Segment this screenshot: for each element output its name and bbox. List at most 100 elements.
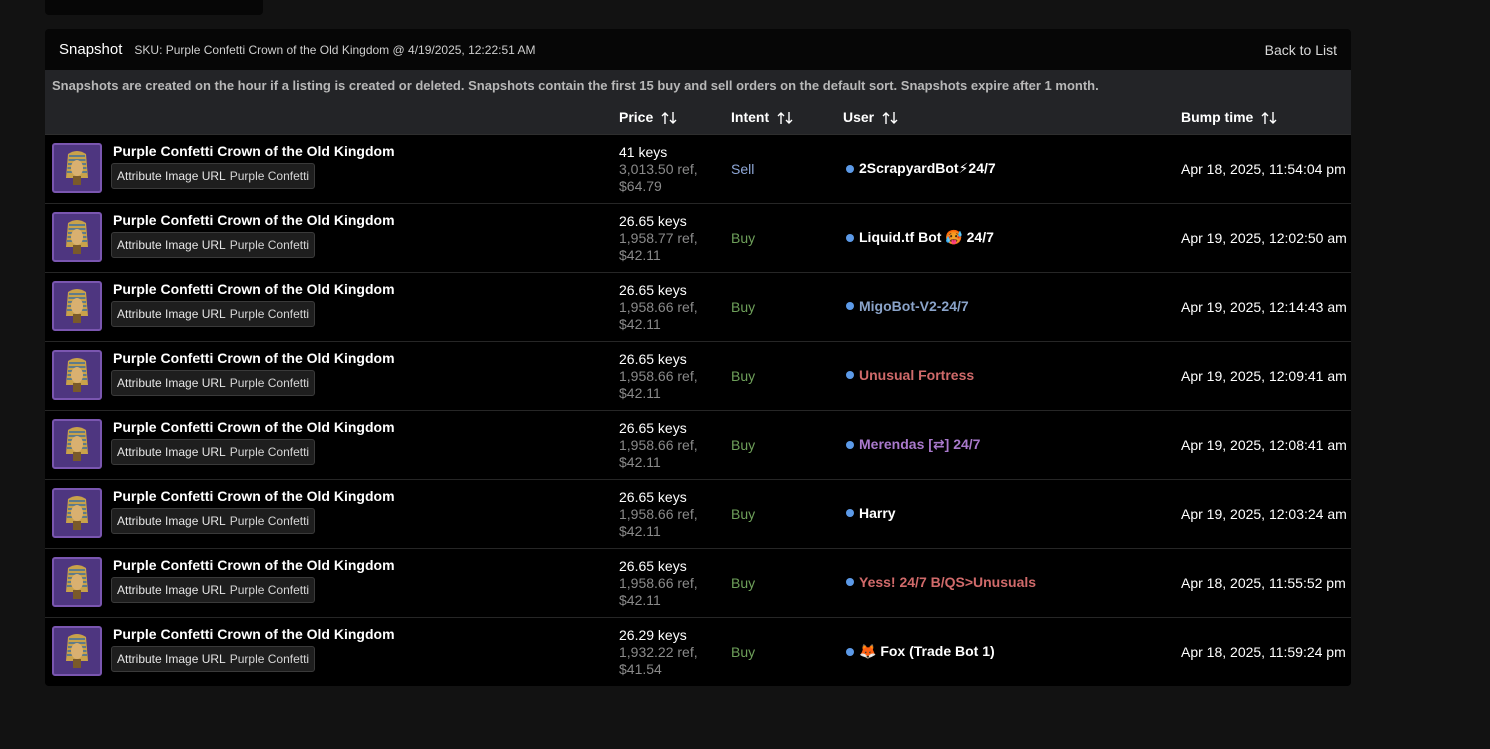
item-thumbnail[interactable] (52, 419, 102, 469)
item-name[interactable]: Purple Confetti Crown of the Old Kingdom (113, 350, 395, 366)
item-thumbnail[interactable] (52, 143, 102, 193)
price-column-header[interactable]: Price (619, 101, 677, 134)
user-name: Merendas [⇄] 24/7 (859, 436, 981, 452)
bump-header-label: Bump time (1181, 109, 1254, 125)
crown-item-icon (66, 358, 88, 392)
price-ref: 3,013.50 ref, (619, 161, 698, 177)
intent-label: Sell (731, 161, 755, 177)
price-usd: $42.11 (619, 454, 661, 470)
user-link[interactable]: 🦊 Fox (Trade Bot 1) (846, 643, 995, 660)
price-ref: 1,958.66 ref, (619, 299, 698, 315)
crown-item-icon (66, 565, 88, 599)
item-thumbnail[interactable] (52, 281, 102, 331)
bump-time: Apr 18, 2025, 11:54:04 pm (1181, 161, 1346, 177)
price-keys: 26.65 keys (619, 351, 687, 367)
attribute-image-url-badge[interactable]: Attribute Image URL Purple Confetti (111, 370, 316, 396)
attribute-image-url-badge[interactable]: Attribute Image URL Purple Confetti (111, 439, 316, 465)
intent-column-header[interactable]: Intent (731, 101, 793, 134)
user-link[interactable]: MigoBot-V2-24/7 (846, 298, 969, 314)
item-name[interactable]: Purple Confetti Crown of the Old Kingdom (113, 557, 395, 573)
bump-time: Apr 19, 2025, 12:02:50 am (1181, 230, 1347, 246)
intent-label: Buy (731, 299, 756, 315)
bump-time: Apr 19, 2025, 12:14:43 am (1181, 299, 1347, 315)
user-link[interactable]: Harry (846, 505, 896, 521)
item-name[interactable]: Purple Confetti Crown of the Old Kingdom (113, 143, 395, 159)
price-cell: 26.29 keys 1,932.22 ref, $41.54 (619, 627, 698, 678)
crown-item-icon (66, 427, 88, 461)
user-link[interactable]: Merendas [⇄] 24/7 (846, 436, 980, 453)
table-row[interactable]: Purple Confetti Crown of the Old Kingdom… (45, 204, 1351, 273)
table-row[interactable]: Purple Confetti Crown of the Old Kingdom… (45, 618, 1351, 686)
table-row[interactable]: Purple Confetti Crown of the Old Kingdom… (45, 549, 1351, 618)
user-link[interactable]: Unusual Fortress (846, 367, 974, 383)
item-thumbnail[interactable] (52, 488, 102, 538)
attribute-label: Attribute Image URL (117, 445, 226, 459)
item-name[interactable]: Purple Confetti Crown of the Old Kingdom (113, 626, 395, 642)
price-cell: 26.65 keys 1,958.66 ref, $42.11 (619, 282, 698, 333)
online-status-icon (846, 371, 854, 379)
user-link[interactable]: Yess! 24/7 B/QS>Unusuals (846, 574, 1036, 590)
snapshot-notice: Snapshots are created on the hour if a l… (45, 70, 1351, 101)
online-status-icon (846, 647, 854, 656)
intent-label: Buy (731, 437, 756, 453)
attribute-value: Purple Confetti (229, 376, 310, 390)
price-ref: 1,958.66 ref, (619, 437, 698, 453)
attribute-label: Attribute Image URL (117, 238, 226, 252)
price-ref: 1,932.22 ref, (619, 644, 698, 660)
attribute-image-url-badge[interactable]: Attribute Image URL Purple Confetti (111, 646, 316, 672)
table-row[interactable]: Purple Confetti Crown of the Old Kingdom… (45, 480, 1351, 549)
item-thumbnail[interactable] (52, 212, 102, 262)
price-keys: 26.65 keys (619, 282, 687, 298)
attribute-value: Purple Confetti (229, 445, 310, 459)
user-link[interactable]: Liquid.tf Bot 🥵 24/7 (846, 229, 994, 246)
online-status-icon (846, 233, 854, 242)
item-name[interactable]: Purple Confetti Crown of the Old Kingdom (113, 281, 395, 297)
table-row[interactable]: Purple Confetti Crown of the Old Kingdom… (45, 411, 1351, 480)
user-name: Yess! 24/7 B/QS>Unusuals (859, 574, 1037, 590)
bump-time: Apr 19, 2025, 12:03:24 am (1181, 506, 1347, 522)
price-keys: 26.65 keys (619, 420, 687, 436)
panel-title: Snapshot (59, 41, 123, 58)
panel-header: Snapshot SKU: Purple Confetti Crown of t… (45, 29, 1351, 70)
attribute-image-url-badge[interactable]: Attribute Image URL Purple Confetti (111, 508, 316, 534)
price-header-label: Price (619, 109, 654, 125)
attribute-label: Attribute Image URL (117, 307, 226, 321)
attribute-image-url-badge[interactable]: Attribute Image URL Purple Confetti (111, 163, 316, 189)
table-row[interactable]: Purple Confetti Crown of the Old Kingdom… (45, 135, 1351, 204)
user-name: Unusual Fortress (859, 367, 975, 383)
online-status-icon (846, 509, 854, 517)
user-column-header[interactable]: User (843, 101, 898, 134)
price-ref: 1,958.77 ref, (619, 230, 698, 246)
back-to-list-link[interactable]: Back to List (1265, 42, 1337, 58)
top-panel-stub (45, 0, 263, 15)
sort-icon (1261, 112, 1277, 125)
price-keys: 26.29 keys (619, 627, 687, 643)
bump-time: Apr 18, 2025, 11:59:24 pm (1181, 644, 1346, 660)
bump-time: Apr 19, 2025, 12:08:41 am (1181, 437, 1347, 453)
item-thumbnail[interactable] (52, 350, 102, 400)
table-row[interactable]: Purple Confetti Crown of the Old Kingdom… (45, 273, 1351, 342)
item-name[interactable]: Purple Confetti Crown of the Old Kingdom (113, 212, 395, 228)
bump-column-header[interactable]: Bump time (1181, 101, 1277, 134)
attribute-image-url-badge[interactable]: Attribute Image URL Purple Confetti (111, 301, 316, 327)
attribute-label: Attribute Image URL (117, 376, 226, 390)
attribute-image-url-badge[interactable]: Attribute Image URL Purple Confetti (111, 577, 316, 603)
item-name[interactable]: Purple Confetti Crown of the Old Kingdom (113, 488, 395, 504)
intent-header-label: Intent (731, 109, 770, 125)
table-row[interactable]: Purple Confetti Crown of the Old Kingdom… (45, 342, 1351, 411)
item-name[interactable]: Purple Confetti Crown of the Old Kingdom (113, 419, 395, 435)
price-usd: $42.11 (619, 592, 661, 608)
item-thumbnail[interactable] (52, 557, 102, 607)
user-link[interactable]: 2ScrapyardBot⚡24/7 (846, 160, 996, 177)
attribute-image-url-badge[interactable]: Attribute Image URL Purple Confetti (111, 232, 316, 258)
attribute-value: Purple Confetti (229, 307, 310, 321)
price-keys: 26.65 keys (619, 558, 687, 574)
item-thumbnail[interactable] (52, 626, 102, 676)
attribute-value: Purple Confetti (229, 652, 310, 666)
bump-time: Apr 18, 2025, 11:55:52 pm (1181, 575, 1346, 591)
attribute-value: Purple Confetti (229, 583, 310, 597)
sort-icon (882, 112, 898, 125)
intent-label: Buy (731, 575, 756, 591)
price-ref: 1,958.66 ref, (619, 506, 698, 522)
price-cell: 26.65 keys 1,958.66 ref, $42.11 (619, 489, 698, 540)
